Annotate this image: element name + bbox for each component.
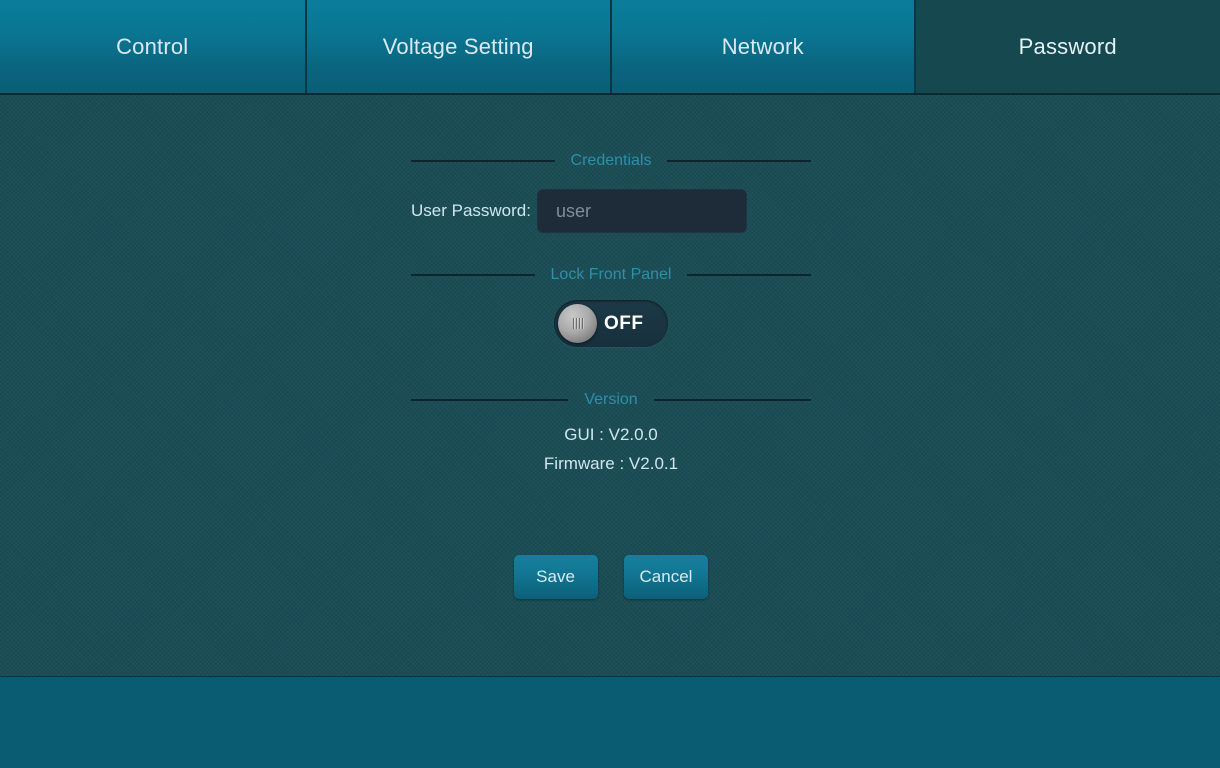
- lock-legend-row: Lock Front Panel: [411, 264, 811, 286]
- tab-password[interactable]: Password: [914, 0, 1220, 93]
- grip-line-icon: [582, 318, 583, 329]
- lock-front-panel-toggle[interactable]: OFF: [554, 300, 668, 347]
- version-section: Version GUI : V2.0.0 Firmware : V2.0.1: [411, 389, 811, 474]
- firmware-version-text: Firmware : V2.0.1: [411, 454, 811, 474]
- user-password-row: User Password:: [411, 189, 811, 233]
- lock-front-panel-section: Lock Front Panel OFF: [411, 264, 811, 347]
- lock-toggle-row: OFF: [411, 300, 811, 347]
- legend-rule-right: [654, 399, 811, 401]
- version-legend: Version: [578, 391, 643, 409]
- content-panel: Credentials User Password: Lock Front Pa…: [0, 95, 1220, 676]
- legend-rule-left: [411, 160, 555, 162]
- app-window: Control Voltage Setting Network Password…: [0, 0, 1220, 768]
- credentials-section: Credentials User Password:: [411, 150, 811, 233]
- tab-password-label: Password: [1019, 34, 1117, 60]
- gui-version-text: GUI : V2.0.0: [411, 425, 811, 445]
- version-legend-row: Version: [411, 389, 811, 411]
- user-password-label: User Password:: [411, 201, 537, 221]
- legend-rule-left: [411, 274, 535, 276]
- lock-front-panel-legend: Lock Front Panel: [545, 266, 678, 284]
- toggle-state-label: OFF: [604, 300, 644, 347]
- tab-bar: Control Voltage Setting Network Password: [0, 0, 1220, 95]
- grip-line-icon: [576, 318, 577, 329]
- tab-network[interactable]: Network: [610, 0, 914, 93]
- tab-voltage-setting-label: Voltage Setting: [383, 34, 534, 60]
- grip-line-icon: [579, 318, 580, 329]
- toggle-knob[interactable]: [558, 304, 597, 343]
- tab-voltage-setting[interactable]: Voltage Setting: [305, 0, 611, 93]
- tab-network-label: Network: [722, 34, 804, 60]
- grip-line-icon: [573, 318, 574, 329]
- action-button-row: Save Cancel: [411, 555, 811, 599]
- tab-control[interactable]: Control: [0, 0, 305, 93]
- credentials-legend-row: Credentials: [411, 150, 811, 172]
- cancel-button[interactable]: Cancel: [624, 555, 709, 599]
- footer-bar: [0, 676, 1220, 768]
- save-button[interactable]: Save: [514, 555, 598, 599]
- legend-rule-left: [411, 399, 568, 401]
- legend-rule-right: [667, 160, 811, 162]
- legend-rule-right: [687, 274, 811, 276]
- tab-control-label: Control: [116, 34, 188, 60]
- credentials-legend: Credentials: [565, 152, 658, 170]
- user-password-input[interactable]: [537, 189, 747, 233]
